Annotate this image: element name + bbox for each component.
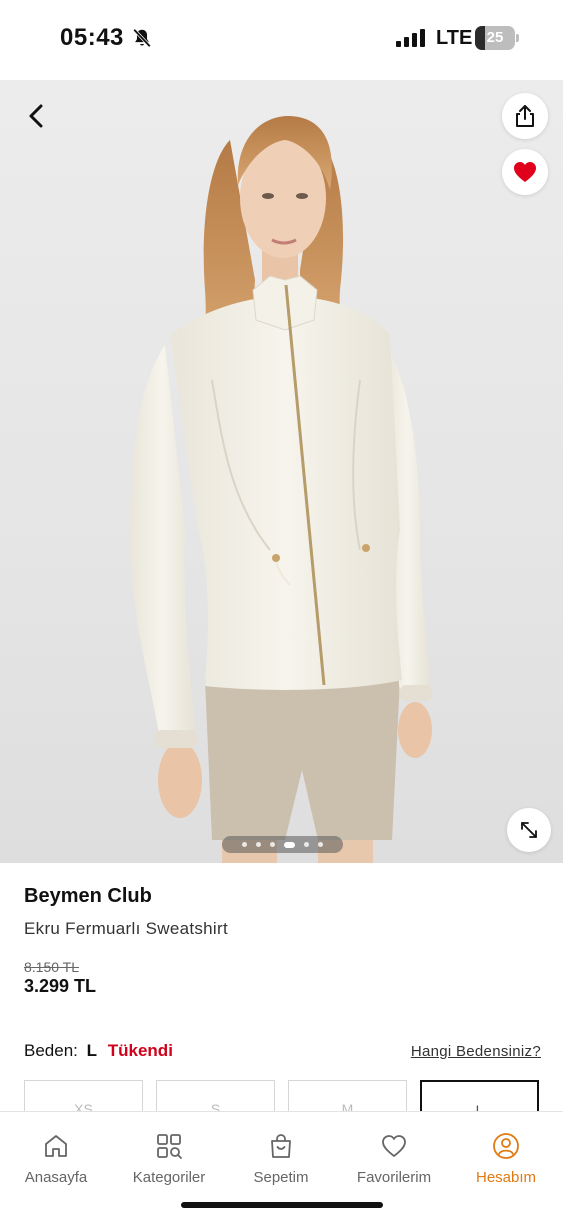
size-options: XS S M L: [24, 1080, 544, 1115]
product-name: Ekru Fermuarlı Sweatshirt: [24, 919, 228, 938]
product-photo: [129, 115, 432, 863]
share-button[interactable]: [502, 93, 548, 139]
tab-label: Hesabım: [475, 1169, 537, 1186]
bag-icon: [271, 1134, 291, 1158]
heart-outline-icon: [382, 1135, 406, 1157]
chevron-left-icon: [29, 104, 43, 128]
tab-kategoriler[interactable]: Kategoriler: [119, 1132, 219, 1186]
home-icon: [45, 1135, 67, 1157]
old-price: 8.150 TL: [24, 959, 80, 975]
tab-sepetim[interactable]: Sepetim: [231, 1132, 331, 1186]
pager-dot[interactable]: [270, 842, 275, 847]
pager-dot[interactable]: [304, 842, 309, 847]
size-guide-link[interactable]: Hangi Bedensiniz?: [411, 1043, 541, 1060]
image-pager[interactable]: [222, 836, 343, 853]
current-price: 3.299 TL: [24, 976, 97, 996]
status-bar: 05:43 LTE 25: [0, 0, 563, 80]
size-option-l[interactable]: L: [420, 1080, 539, 1115]
tab-label: Kategoriler: [132, 1169, 206, 1186]
size-selection-row: Beden: L Tükendi: [24, 1041, 173, 1061]
bell-slash-icon: [133, 28, 151, 48]
expand-image-button[interactable]: [507, 808, 551, 852]
heart-icon: [514, 162, 536, 182]
size-option-xs[interactable]: XS: [24, 1080, 143, 1115]
tab-favorilerim[interactable]: Favorilerim: [344, 1132, 444, 1186]
size-label: Beden:: [24, 1041, 78, 1060]
pager-dot[interactable]: [318, 842, 323, 847]
share-icon: [516, 105, 534, 127]
tab-anasayfa[interactable]: Anasayfa: [6, 1132, 106, 1186]
stock-status: Tükendi: [107, 1041, 173, 1060]
battery-icon: 25: [475, 26, 519, 50]
favorite-button[interactable]: [502, 149, 548, 195]
product-image-gallery[interactable]: [0, 80, 563, 863]
tab-label: Anasayfa: [24, 1169, 88, 1186]
battery-percent: 25: [486, 29, 504, 46]
pager-dot[interactable]: [242, 842, 247, 847]
tab-hesabim[interactable]: Hesabım: [456, 1132, 556, 1186]
expand-icon: [521, 822, 537, 838]
pager-dot[interactable]: [256, 842, 261, 847]
account-icon: [493, 1133, 519, 1159]
size-option-s[interactable]: S: [156, 1080, 275, 1115]
back-button[interactable]: [18, 98, 54, 134]
selected-size: L: [86, 1041, 98, 1060]
size-option-m[interactable]: M: [288, 1080, 407, 1115]
pager-dot[interactable]: [284, 841, 295, 848]
categories-icon: [157, 1134, 182, 1159]
brand-name[interactable]: Beymen Club: [24, 885, 152, 908]
tab-label: Sepetim: [253, 1169, 309, 1186]
signal-icon: [396, 29, 425, 47]
home-indicator: [181, 1202, 383, 1208]
status-time: 05:43: [60, 24, 124, 51]
network-label: LTE: [436, 27, 473, 49]
tab-label: Favorilerim: [356, 1169, 432, 1186]
